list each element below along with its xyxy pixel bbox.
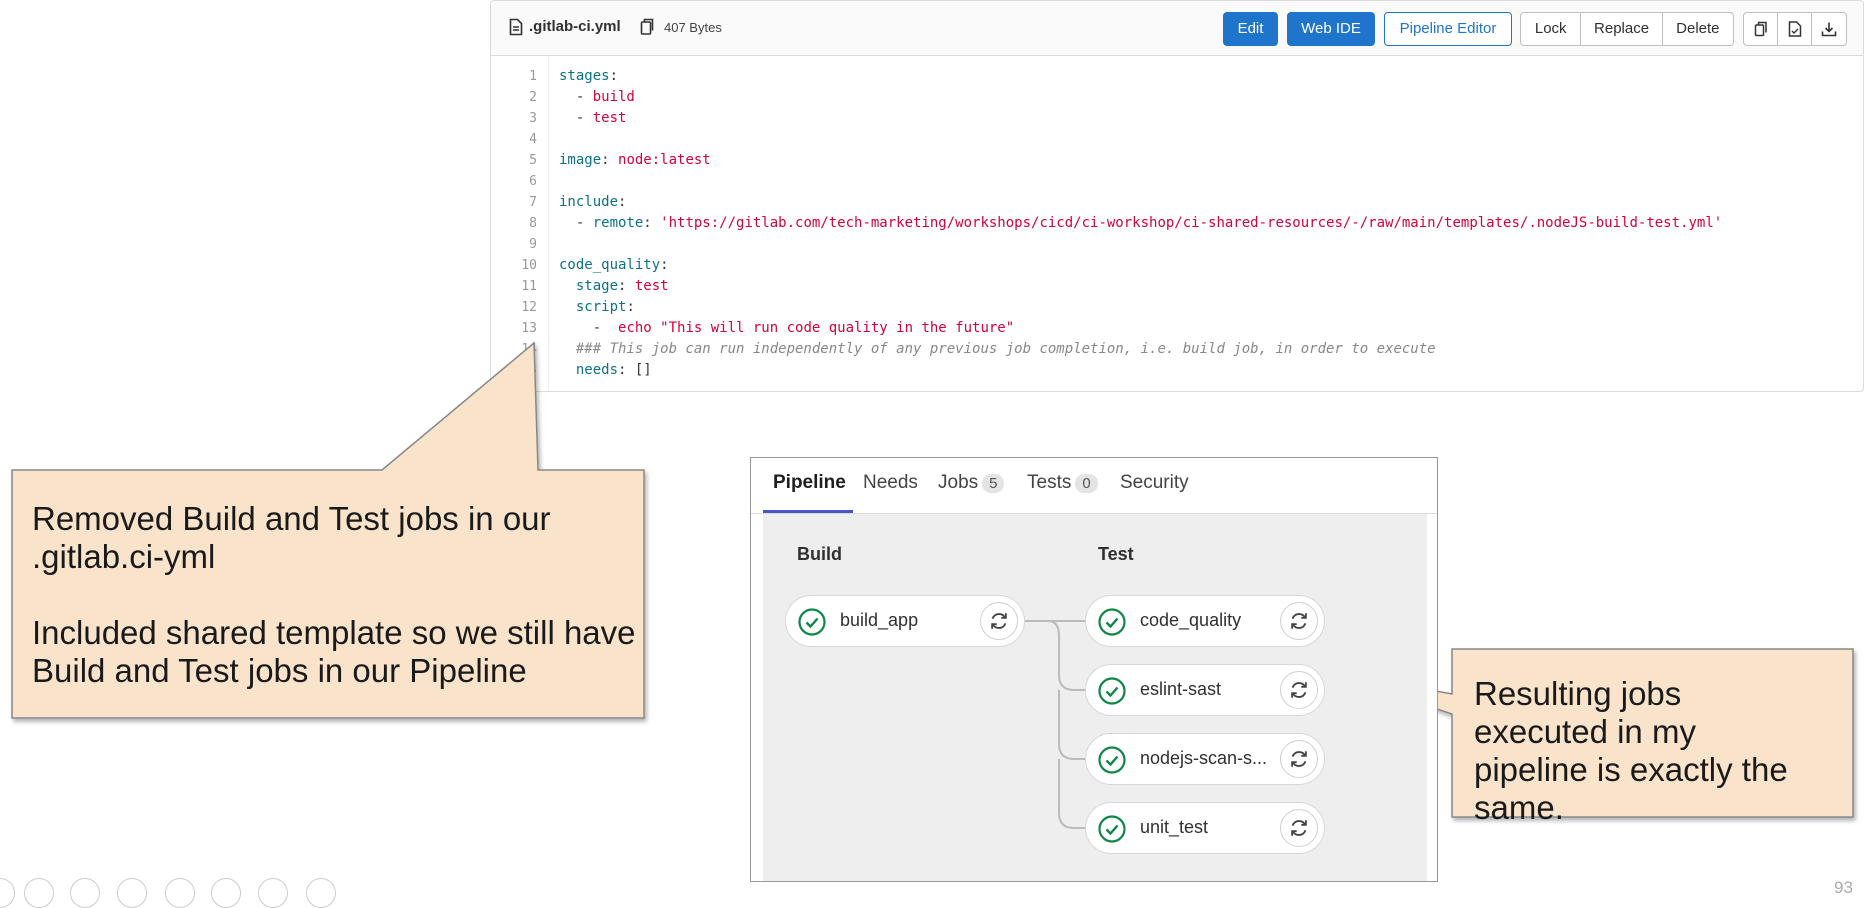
pipeline-panel: Pipeline Needs Jobs 5 Tests 0 Security Bui…: [750, 457, 1438, 882]
slides-grid-icon[interactable]: [117, 878, 147, 908]
pipeline-tabs: Pipeline Needs Jobs 5 Tests 0 Security: [751, 458, 1437, 514]
callout-left: Removed Build and Test jobs in our .gitl…: [32, 500, 642, 690]
zoom-icon[interactable]: [165, 878, 195, 908]
job-name: build_app: [840, 610, 919, 630]
subtitles-icon[interactable]: [211, 878, 241, 908]
job-eslint-sast[interactable]: eslint-sast: [1085, 664, 1325, 716]
tab-security[interactable]: Security: [1120, 472, 1189, 494]
callout-left-line1: Removed Build and Test jobs in our .gitl…: [32, 500, 551, 575]
job-unit-test[interactable]: unit_test: [1085, 802, 1325, 854]
job-code-quality[interactable]: code_quality: [1085, 595, 1325, 647]
status-success-icon: [798, 608, 826, 636]
tab-jobs[interactable]: Jobs 5: [938, 472, 1005, 494]
retry-icon: [1291, 613, 1307, 629]
jobs-count-badge: 5: [982, 474, 1005, 493]
callout-left-line2: Included shared template so we still hav…: [32, 614, 636, 689]
camera-icon[interactable]: [258, 878, 288, 908]
status-success-icon: [1098, 815, 1126, 843]
retry-icon: [991, 613, 1007, 629]
slide-play-icon[interactable]: [24, 878, 54, 908]
page-number: 93: [1834, 878, 1853, 897]
job-nodejs-scan[interactable]: nodejs-scan-s...: [1085, 733, 1325, 785]
pipeline-graph: Build Test build_app code_quality eslint…: [763, 514, 1427, 881]
retry-icon: [1291, 751, 1307, 767]
retry-button[interactable]: [980, 602, 1018, 640]
job-name: unit_test: [1140, 817, 1209, 837]
tab-pipeline[interactable]: Pipeline: [773, 472, 846, 494]
retry-icon: [1291, 682, 1307, 698]
retry-button[interactable]: [1280, 740, 1318, 778]
retry-button[interactable]: [1280, 671, 1318, 709]
tab-needs[interactable]: Needs: [863, 472, 918, 494]
retry-icon: [1291, 820, 1307, 836]
retry-button[interactable]: [1280, 809, 1318, 847]
retry-button[interactable]: [1280, 602, 1318, 640]
active-tab-indicator: [763, 510, 853, 513]
job-name: code_quality: [1140, 610, 1242, 630]
job-name: eslint-sast: [1140, 679, 1222, 699]
job-build-app[interactable]: build_app: [785, 595, 1025, 647]
status-success-icon: [1098, 608, 1126, 636]
tab-jobs-label: Jobs: [938, 472, 979, 493]
tab-tests[interactable]: Tests 0: [1027, 472, 1098, 494]
pen-icon[interactable]: [70, 878, 100, 908]
status-success-icon: [1098, 677, 1126, 705]
status-success-icon: [1098, 746, 1126, 774]
callout-right: Resulting jobs executed in my pipeline i…: [1474, 675, 1788, 826]
more-options-icon[interactable]: [306, 878, 336, 908]
job-name: nodejs-scan-s...: [1140, 748, 1268, 768]
tests-count-badge: 0: [1075, 474, 1098, 493]
tab-tests-label: Tests: [1027, 472, 1072, 493]
